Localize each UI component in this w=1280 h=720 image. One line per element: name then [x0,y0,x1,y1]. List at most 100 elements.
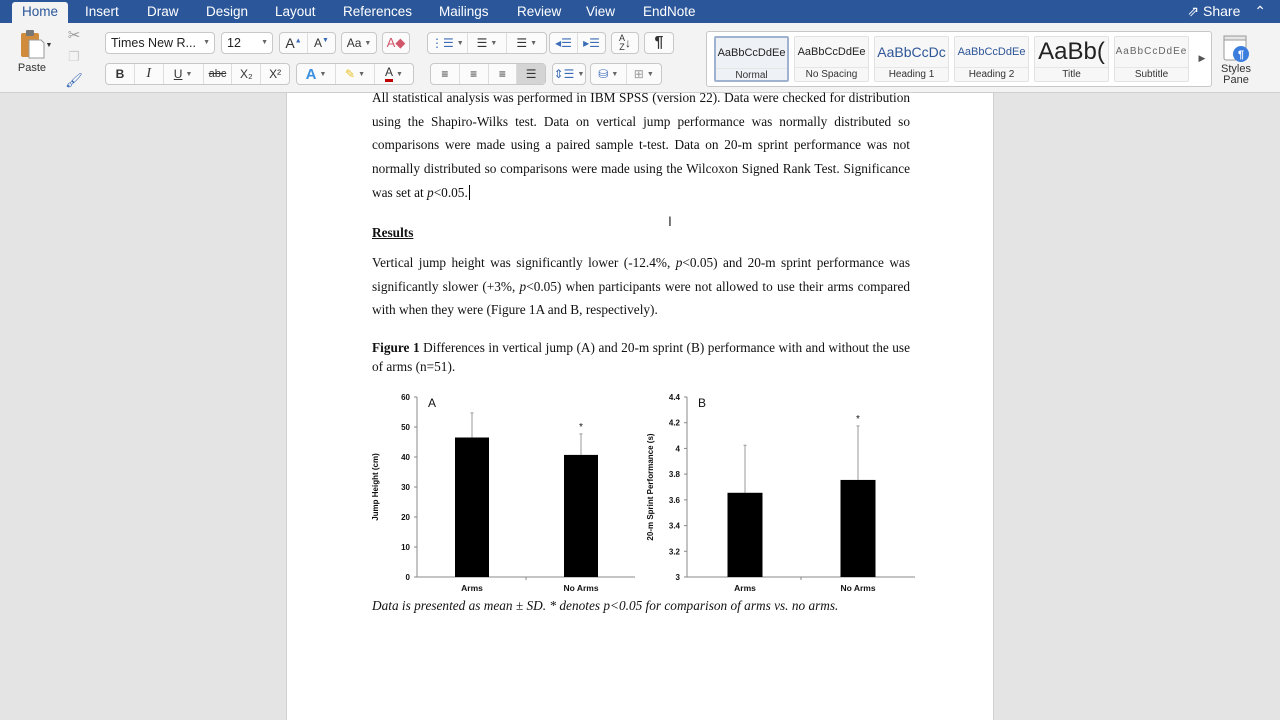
change-case-icon: Aa [346,36,362,50]
chevron-down-icon: ▼ [261,39,268,46]
subscript-button[interactable]: X₂ [232,64,262,84]
y-tick-label-B: 3.4 [669,522,681,531]
collapse-ribbon-icon[interactable]: ⌃ [1254,3,1266,19]
style-normal[interactable]: AaBbCcDdEe Normal [714,36,789,82]
multilevel-list-button[interactable]: ☰ ▼ [507,33,546,53]
numbered-list-icon: ☰ [476,36,488,50]
borders-button[interactable]: ⊞ ▼ [627,64,662,84]
style-heading-1[interactable]: AaBbCcDc Heading 1 [874,36,949,82]
paint-bucket-icon: ⛁ [598,67,609,81]
sort-az-icon: AZ [618,33,625,52]
align-center-button[interactable]: ≡ [460,64,489,84]
significance-marker-A: * [579,422,583,433]
style-title[interactable]: AaBb( Title [1034,36,1109,82]
tab-review[interactable]: Review [507,0,571,23]
tab-layout[interactable]: Layout [265,0,326,23]
clipboard-icon [21,30,45,59]
bullets-button[interactable]: ⋮☰ ▼ [428,33,468,53]
format-painter-icon[interactable]: 🖌 [64,71,84,89]
tab-insert[interactable]: Insert [75,0,129,23]
bold-button[interactable]: B [106,64,135,84]
paste-button[interactable]: Paste [10,27,54,75]
figure-caption: Figure 1 Differences in vertical jump (A… [372,340,910,374]
tab-draw[interactable]: Draw [137,0,189,23]
strikethrough-button[interactable]: abc [204,64,233,84]
style-heading-2[interactable]: AaBbCcDdEe Heading 2 [954,36,1029,82]
y-tick-label-B: 4.2 [669,419,681,428]
decrease-indent-button[interactable]: ◂☰ [550,33,578,53]
figure-1-charts[interactable]: 0 10 20 30 40 50 60 A Jump Height (cm) Arms * No Ar… [367,383,927,598]
x-tick-label-A: No Arms [563,583,598,593]
share-icon: ⇗ [1187,3,1200,19]
grow-font-button[interactable]: A▲ [280,33,308,53]
highlighter-icon: ✎ [345,67,356,81]
pilcrow-icon: ¶ [654,34,664,51]
tab-references[interactable]: References [333,0,422,23]
y-tick-label-B: 3 [676,573,681,582]
decrease-indent-icon: ◂☰ [555,36,572,50]
styles-more-arrow-icon[interactable]: ▶ [1195,50,1209,66]
figure-footnote: Data is presented as mean ± SD. * denote… [372,598,839,613]
svg-text:¶: ¶ [1238,49,1244,61]
font-name-select[interactable]: Times New R... ▼ [105,32,215,54]
multilevel-list-icon: ☰ [516,36,528,50]
x-tick-label-B: Arms [734,583,756,593]
font-color-button[interactable]: A ▼ [375,64,413,84]
copy-icon[interactable]: ❐ [64,48,84,66]
line-spacing-icon: ⇕☰ [553,67,575,81]
y-tick-label-A: 40 [401,453,410,462]
text-effects-button[interactable]: A ▼ [297,64,336,84]
font-size-select[interactable]: 12 ▼ [221,32,273,54]
tab-home[interactable]: Home [12,2,69,23]
tab-endnote[interactable]: EndNote [633,0,706,23]
highlight-button[interactable]: ✎ ▼ [336,64,375,84]
italic-button[interactable]: I [135,64,164,84]
chevron-down-icon: ▼ [203,39,210,46]
numbering-button[interactable]: ☰ ▼ [468,33,508,53]
x-tick-label-A: Arms [461,583,483,593]
styles-pane-button[interactable]: ¶ Styles Pane [1214,29,1258,91]
share-button[interactable]: ⇗ Share ⌃ [1187,0,1266,23]
superscript-button[interactable]: X² [261,64,289,84]
y-tick-label-B: 3.6 [669,496,681,505]
style-no-spacing[interactable]: AaBbCcDdEe No Spacing [794,36,869,82]
borders-icon: ⊞ [633,67,644,81]
styles-gallery: AaBbCcDdEe Normal AaBbCcDdEe No Spacing … [706,31,1212,87]
panel-label-A: A [428,396,436,410]
y-tick-label-A: 10 [401,543,410,552]
document-page[interactable]: All statistical analysis was performed i… [286,90,994,720]
shading-button[interactable]: ⛁ ▼ [591,64,627,84]
results-heading: Results [372,225,414,240]
text-cursor [468,184,470,200]
line-spacing-button[interactable]: ⇕☰ ▼ [553,64,585,84]
align-center-icon: ≡ [470,67,478,81]
sort-button[interactable]: A Z ↓ [612,33,638,53]
tab-design[interactable]: Design [196,0,258,23]
y-tick-label-B: 3.8 [669,470,681,479]
y-axis-label-A: Jump Height (cm) [371,453,380,521]
shrink-font-icon: A▼ [314,36,329,50]
align-right-button[interactable]: ≡ [489,64,518,84]
style-subtitle[interactable]: AaBbCcDdEe Subtitle [1114,36,1189,82]
align-left-button[interactable]: ≡ [431,64,460,84]
significance-marker-B: * [856,414,860,425]
font-color-icon: A [385,66,394,82]
change-case-button[interactable]: Aa ▼ [342,33,376,53]
y-tick-label-A: 0 [406,573,411,582]
increase-indent-button[interactable]: ▸☰ [578,33,605,53]
justify-icon: ☰ [525,67,537,81]
ribbon-home: Paste ▼ ✂ ❐ 🖌 Times New R... ▼ 12 ▼ A▲ A▼ … [0,23,1280,93]
clear-formatting-button[interactable]: A◆ [383,33,409,53]
shrink-font-button[interactable]: A▼ [308,33,335,53]
paste-dropdown[interactable]: ▼ [44,40,54,50]
cut-icon[interactable]: ✂ [64,26,84,44]
tab-mailings[interactable]: Mailings [429,0,499,23]
increase-indent-icon: ▸☰ [583,36,600,50]
show-formatting-button[interactable]: ¶ [645,33,673,53]
justify-button[interactable]: ☰ [517,64,545,84]
y-tick-label-A: 30 [401,483,410,492]
underline-button[interactable]: U ▼ [164,64,204,84]
panel-label-B: B [698,396,706,410]
align-left-icon: ≡ [441,67,449,81]
tab-view[interactable]: View [576,0,625,23]
